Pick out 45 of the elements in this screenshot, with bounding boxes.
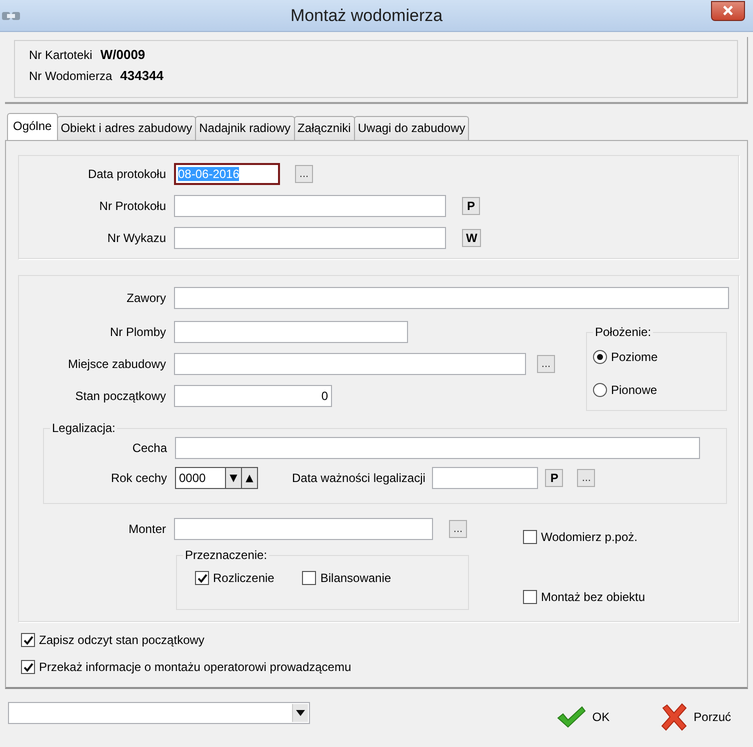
input-field[interactable]: 0	[174, 385, 332, 407]
radio-label: Pionowe	[611, 383, 658, 397]
spin-down-button[interactable]: ▼	[225, 468, 241, 488]
tab[interactable]: Nadajnik radiowy	[195, 116, 294, 140]
header-value: 434344	[120, 68, 164, 83]
checkbox-label: Wodomierz p.poż.	[541, 530, 638, 544]
field-label: Nr Plomby	[108, 325, 166, 339]
group-title: Legalizacja:	[51, 421, 116, 435]
header-label: Nr Kartoteki	[29, 48, 92, 62]
checkbox-label: Przekaż informacje o montażu operatorowi prowadzącemu	[39, 660, 352, 674]
shortcut-button[interactable]: P	[545, 469, 564, 487]
ok-button[interactable]: OK	[554, 701, 612, 733]
tab[interactable]: Ogólne	[7, 113, 58, 140]
shortcut-button[interactable]: W	[462, 229, 482, 247]
group-title: Przeznaczenie:	[184, 548, 268, 562]
tab[interactable]: Załączniki	[294, 116, 355, 140]
cancel-button[interactable]: Porzuć	[658, 701, 733, 733]
field-label: Monter	[128, 522, 166, 536]
radio-label: Poziome	[611, 350, 658, 364]
browse-button[interactable]: ...	[537, 355, 555, 373]
checkbox-label: Rozliczenie	[213, 571, 274, 585]
field-label: Nr Protokołu	[98, 199, 166, 213]
checkbox-label: Bilansowanie	[320, 571, 392, 585]
field-label: Nr Wykazu	[106, 231, 166, 245]
browse-button[interactable]: ...	[449, 520, 467, 538]
checkbox-label: Zapisz odczyt stan początkowy	[39, 633, 204, 647]
tab[interactable]: Uwagi do zabudowy	[354, 116, 470, 140]
browse-button[interactable]: ...	[577, 469, 596, 487]
field-label: Data ważności legalizacji	[292, 471, 426, 485]
shortcut-button[interactable]: P	[462, 197, 480, 215]
field-label: Cecha	[131, 441, 167, 455]
field-label: Rok cechy	[110, 471, 167, 485]
spin-field[interactable]: 0000 ▼ ▲	[175, 467, 258, 489]
header-value: W/0009	[100, 47, 146, 62]
group-title: Położenie:	[594, 325, 652, 339]
field-label: Zawory	[126, 291, 166, 305]
browse-button[interactable]: ...	[295, 165, 313, 183]
field-label: Miejsce zabudowy	[66, 357, 166, 371]
window-title: Montaż wodomierza	[289, 6, 444, 26]
field-label: Stan początkowy	[74, 389, 166, 403]
field-label: Data protokołu	[86, 167, 166, 181]
header-label: Nr Wodomierza	[29, 69, 112, 83]
spin-up-button[interactable]: ▲	[241, 468, 257, 488]
checkbox-label: Montaż bez obiektu	[541, 590, 646, 604]
tab[interactable]: Obiekt i adres zabudowy	[56, 116, 196, 140]
